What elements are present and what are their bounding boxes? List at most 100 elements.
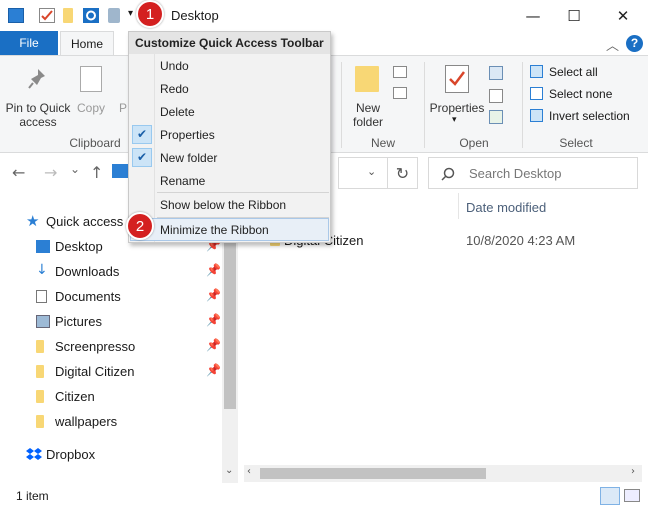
nav-item-downloads[interactable]: ↓ Downloads 📌 bbox=[0, 260, 222, 284]
new-folder-button[interactable]: New folder bbox=[346, 101, 390, 129]
menu-item-properties[interactable]: ✔ Properties bbox=[129, 123, 330, 146]
menu-item-label: Redo bbox=[160, 82, 189, 96]
folder-icon bbox=[36, 390, 44, 403]
rename-icon[interactable] bbox=[108, 8, 120, 23]
open-icon[interactable] bbox=[489, 66, 503, 80]
nav-label: Digital Citizen bbox=[55, 364, 135, 379]
quick-access-icon: ★ bbox=[26, 212, 40, 230]
details-view-icon[interactable] bbox=[600, 487, 620, 505]
nav-item-dropbox[interactable]: Dropbox bbox=[0, 443, 222, 467]
menu-item-show-below-ribbon[interactable]: Show below the Ribbon bbox=[129, 193, 330, 216]
pictures-icon bbox=[36, 315, 50, 328]
pin-icon: 📌 bbox=[206, 338, 221, 352]
nav-item-wallpapers[interactable]: wallpapers bbox=[0, 410, 222, 434]
paste-button[interactable]: P bbox=[118, 101, 128, 115]
menu-item-label: New folder bbox=[160, 151, 218, 165]
ribbon-separator bbox=[522, 62, 523, 148]
help-icon[interactable]: ? bbox=[626, 35, 643, 52]
menu-item-label: Show below the Ribbon bbox=[160, 198, 287, 212]
address-desktop-icon bbox=[112, 164, 128, 178]
address-dropdown-icon[interactable]: ⌄ bbox=[367, 165, 376, 178]
select-none-button[interactable]: Select none bbox=[549, 87, 612, 101]
horizontal-scroll-thumb[interactable] bbox=[260, 468, 486, 479]
folder-icon bbox=[36, 415, 44, 428]
desktop-icon bbox=[36, 240, 50, 253]
menu-title: Customize Quick Access Toolbar bbox=[129, 32, 330, 54]
nav-label: Dropbox bbox=[46, 447, 96, 462]
menu-item-new-folder[interactable]: ✔ New folder bbox=[129, 146, 330, 169]
pin-quick-access-button[interactable]: Pin to Quick access bbox=[4, 101, 72, 129]
new-item-icon[interactable] bbox=[393, 66, 407, 78]
scroll-left-icon[interactable]: ‹ bbox=[247, 466, 251, 477]
nav-item-citizen[interactable]: Citizen bbox=[0, 385, 222, 409]
window-icon bbox=[8, 8, 24, 23]
step-badge-1: 1 bbox=[136, 0, 164, 28]
folder-icon bbox=[36, 340, 44, 353]
nav-label: Citizen bbox=[55, 389, 95, 404]
clipboard-group-label: Clipboard bbox=[69, 136, 121, 150]
nav-label: Quick access bbox=[46, 214, 124, 229]
menu-item-redo[interactable]: Redo bbox=[129, 77, 330, 100]
invert-selection-icon bbox=[530, 109, 543, 122]
search-box[interactable]: Search Desktop bbox=[428, 157, 638, 189]
address-bar[interactable]: ⌄ bbox=[338, 157, 388, 189]
recent-locations-button[interactable]: ⌄ bbox=[70, 162, 80, 176]
minimize-button[interactable]: — bbox=[510, 0, 556, 31]
tab-file[interactable]: File bbox=[0, 31, 58, 55]
nav-item-screenpresso[interactable]: Screenpresso 📌 bbox=[0, 335, 222, 359]
properties-button[interactable]: Properties bbox=[428, 101, 486, 115]
history-icon[interactable] bbox=[489, 110, 503, 124]
select-all-icon bbox=[530, 65, 543, 78]
column-header-date[interactable]: Date modified bbox=[466, 200, 546, 215]
nav-item-pictures[interactable]: Pictures 📌 bbox=[0, 310, 222, 334]
pin-icon: 📌 bbox=[206, 313, 221, 327]
large-icons-view-icon[interactable] bbox=[624, 489, 640, 502]
horizontal-scrollbar[interactable]: ‹ › bbox=[244, 465, 642, 482]
customize-quick-access-menu: Customize Quick Access Toolbar Undo Redo… bbox=[128, 31, 331, 243]
file-date: 10/8/2020 4:23 AM bbox=[466, 233, 576, 248]
menu-item-label: Minimize the Ribbon bbox=[160, 223, 269, 237]
menu-item-label: Undo bbox=[160, 59, 189, 73]
maximize-button[interactable]: ☐ bbox=[551, 0, 597, 31]
properties-icon[interactable] bbox=[39, 8, 55, 23]
item-count: 1 item bbox=[16, 489, 49, 503]
nav-item-digital-citizen[interactable]: Digital Citizen 📌 bbox=[0, 360, 222, 384]
scroll-down-icon[interactable]: ⌄ bbox=[225, 465, 233, 476]
scroll-right-icon[interactable]: › bbox=[631, 466, 635, 477]
pin-icon: 📌 bbox=[206, 288, 221, 302]
window-title: Desktop bbox=[171, 8, 219, 23]
download-icon: ↓ bbox=[36, 262, 48, 278]
up-button[interactable]: ↑ bbox=[90, 163, 103, 182]
checkmark-icon: ✔ bbox=[132, 148, 152, 167]
invert-selection-button[interactable]: Invert selection bbox=[549, 109, 630, 123]
gear-icon[interactable] bbox=[83, 8, 99, 23]
menu-item-rename[interactable]: Rename bbox=[129, 169, 330, 192]
menu-item-delete[interactable]: Delete bbox=[129, 100, 330, 123]
menu-item-label: Delete bbox=[160, 105, 195, 119]
select-all-button[interactable]: Select all bbox=[549, 65, 598, 79]
tab-home[interactable]: Home bbox=[60, 31, 114, 56]
checkmark-icon: ✔ bbox=[132, 125, 152, 144]
nav-item-documents[interactable]: Documents 📌 bbox=[0, 285, 222, 309]
collapse-ribbon-icon[interactable]: ︿ bbox=[606, 35, 619, 54]
edit-icon[interactable] bbox=[489, 89, 503, 103]
nav-label: Screenpresso bbox=[55, 339, 136, 354]
search-input[interactable]: Search Desktop bbox=[469, 166, 562, 181]
chevron-down-icon[interactable]: ▾ bbox=[452, 115, 457, 125]
back-button[interactable]: ← bbox=[12, 163, 25, 182]
menu-item-label: Properties bbox=[160, 128, 215, 142]
folder-icon[interactable] bbox=[63, 8, 73, 23]
status-bar: 1 item bbox=[0, 483, 648, 509]
pin-icon: 📌 bbox=[206, 363, 221, 377]
copy-button[interactable]: Copy bbox=[74, 101, 108, 115]
menu-item-minimize-ribbon[interactable]: Minimize the Ribbon bbox=[129, 218, 330, 241]
pin-icon bbox=[28, 68, 48, 90]
nav-label: Pictures bbox=[55, 314, 102, 329]
easy-access-icon[interactable] bbox=[393, 87, 407, 99]
forward-button[interactable]: → bbox=[44, 163, 57, 182]
folder-icon bbox=[36, 365, 44, 378]
open-group-label: Open bbox=[459, 136, 489, 150]
menu-item-undo[interactable]: Undo bbox=[129, 54, 330, 77]
refresh-button[interactable]: ↻ bbox=[388, 157, 418, 189]
close-button[interactable]: ✕ bbox=[600, 0, 646, 31]
